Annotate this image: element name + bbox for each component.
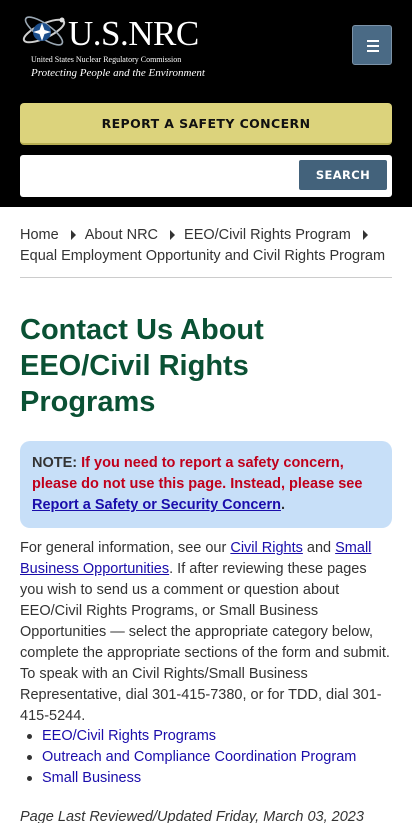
chevron-right-icon xyxy=(70,229,76,240)
search-button[interactable]: SEARCH xyxy=(299,160,387,190)
breadcrumb-divider xyxy=(20,277,392,278)
chevron-right-icon xyxy=(362,229,368,240)
page-title: Contact Us About EEO/Civil Rights Progra… xyxy=(20,314,264,418)
menu-button[interactable] xyxy=(352,25,392,65)
outreach-compliance-link[interactable]: Outreach and Compliance Coordination Pro… xyxy=(42,749,356,765)
note-text: If you need to report a safety concern, … xyxy=(32,455,363,492)
note-end: . xyxy=(281,497,286,513)
report-safety-concern-button[interactable]: REPORT A SAFETY CONCERN xyxy=(20,103,392,145)
breadcrumb-home[interactable]: Home xyxy=(20,227,59,243)
eeo-civil-rights-programs-link[interactable]: EEO/Civil Rights Programs xyxy=(42,728,216,744)
search-input[interactable] xyxy=(26,161,296,191)
list-item: Outreach and Compliance Coordination Pro… xyxy=(27,747,392,768)
intro-text-and: and xyxy=(306,540,332,556)
note-label: NOTE: xyxy=(32,455,78,471)
civil-rights-link[interactable]: Civil Rights xyxy=(230,540,303,556)
small-business-link[interactable]: Small Business xyxy=(42,770,141,786)
intro-text-start: For general information, see our xyxy=(20,540,227,556)
search-form: SEARCH xyxy=(20,155,392,197)
breadcrumb-current: Equal Employment Opportunity and Civil R… xyxy=(20,248,386,264)
logo-wordmark: U.S.NRC xyxy=(68,14,199,53)
chevron-right-icon xyxy=(170,229,176,240)
safety-note: NOTE: If you need to report a safety con… xyxy=(20,441,392,528)
logo-subtitle: United States Nuclear Regulatory Commiss… xyxy=(31,55,182,64)
intro-paragraph: For general information, see our Civil R… xyxy=(20,538,392,727)
report-security-concern-link[interactable]: Report a Safety or Security Concern xyxy=(32,497,281,513)
breadcrumb-eeo-program[interactable]: EEO/Civil Rights Program xyxy=(184,227,351,243)
list-item: Small Business xyxy=(27,768,392,789)
last-reviewed: Page Last Reviewed/Updated Friday, March… xyxy=(20,809,364,823)
breadcrumb: Home About NRC EEO/Civil Rights Program Equ… xyxy=(20,225,392,267)
breadcrumb-about-nrc[interactable]: About NRC xyxy=(85,227,158,243)
site-header: U.S.NRC United States Nuclear Regulatory… xyxy=(0,0,412,207)
intro-text-rest: . If after reviewing these pages you wis… xyxy=(20,561,390,724)
nrc-logo[interactable]: U.S.NRC United States Nuclear Regulatory… xyxy=(20,11,210,83)
list-item: EEO/Civil Rights Programs xyxy=(27,726,392,747)
category-links: EEO/Civil Rights Programs Outreach and C… xyxy=(27,726,392,789)
logo-tagline: Protecting People and the Environment xyxy=(31,67,205,79)
